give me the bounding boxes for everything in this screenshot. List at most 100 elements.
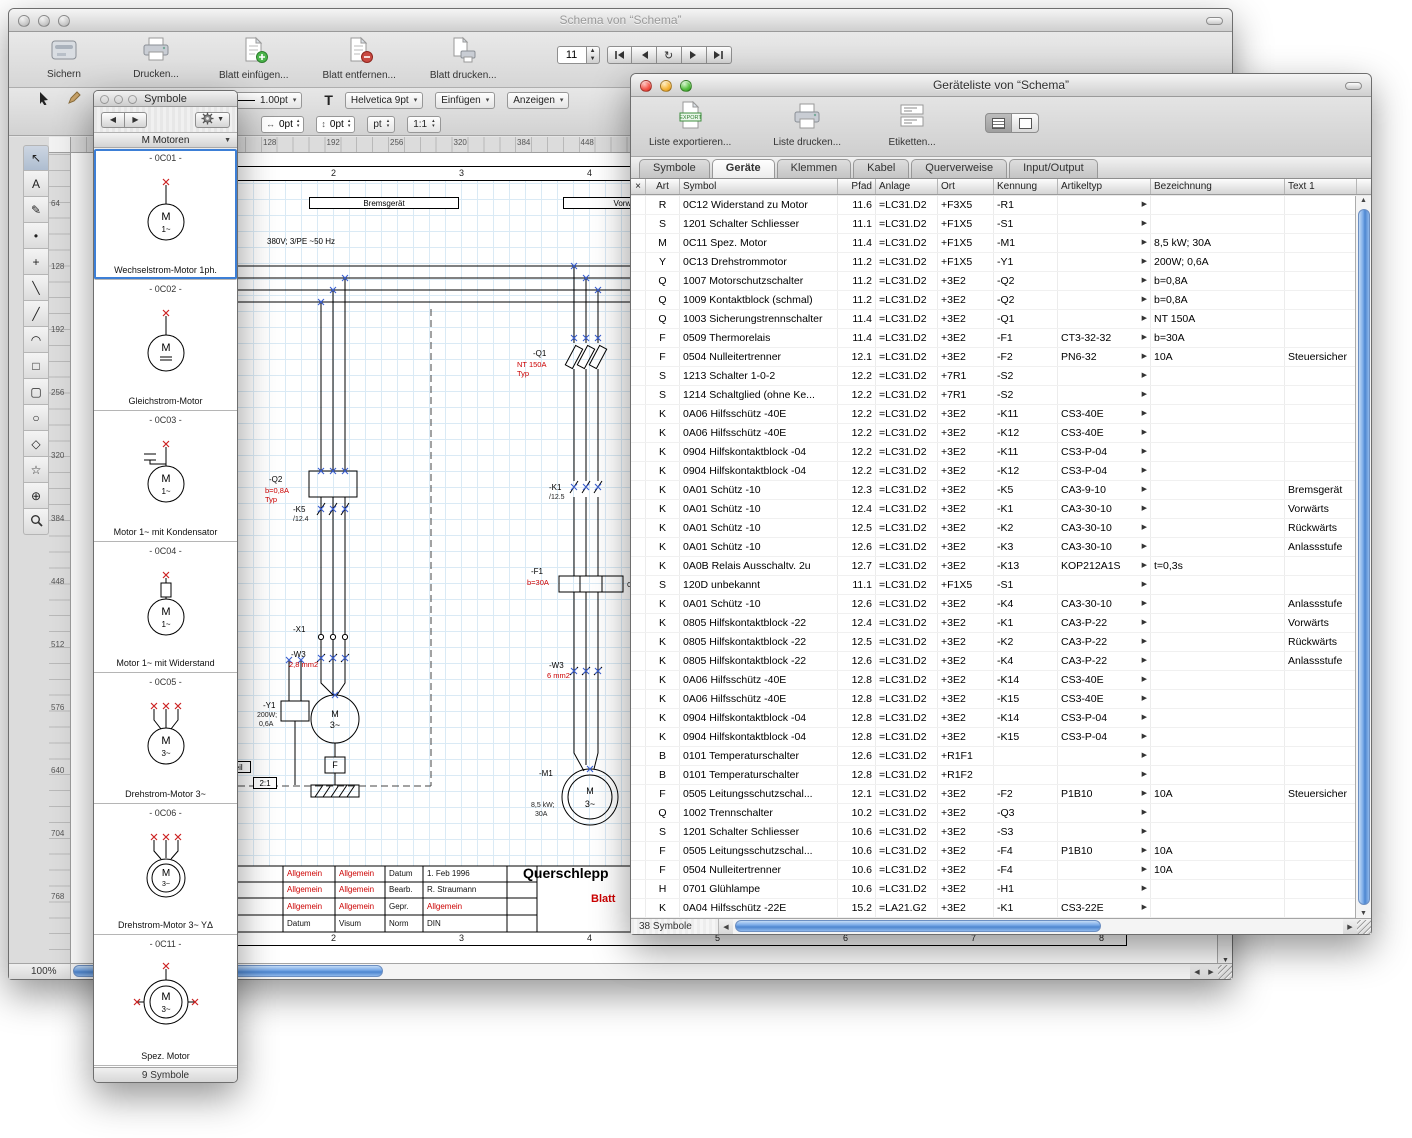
remove-sheet-button[interactable]: Blatt entfernen... xyxy=(323,32,396,81)
toolbar-toggle-button[interactable] xyxy=(1345,82,1362,90)
pen-tool[interactable]: ✎ xyxy=(23,197,49,223)
pointer-tool[interactable]: ↖ xyxy=(23,145,49,171)
device-row[interactable]: K0A06 Hilfsschütz -40E12.2=LC31.D2+3E2-K… xyxy=(631,405,1355,424)
print-list-button[interactable]: Liste drucken... xyxy=(773,97,841,148)
artikeltyp-menu-arrow[interactable]: ▶ xyxy=(1142,291,1147,309)
roundrect-tool[interactable]: ▢ xyxy=(23,379,49,405)
arc-tool[interactable]: ◠ xyxy=(23,327,49,353)
artikeltyp-menu-arrow[interactable]: ▶ xyxy=(1142,652,1147,670)
artikeltyp-menu-arrow[interactable]: ▶ xyxy=(1142,671,1147,689)
star-tool[interactable]: ☆ xyxy=(23,457,49,483)
main-horizontal-scrollbar[interactable] xyxy=(71,964,1190,979)
device-row[interactable]: K0805 Hilfskontaktblock -2212.4=LC31.D2+… xyxy=(631,614,1355,633)
scale-select[interactable]: 1:1▴▾ xyxy=(407,116,440,133)
device-row[interactable]: K0A01 Schütz -1012.6=LC31.D2+3E2-K4CA3-3… xyxy=(631,595,1355,614)
artikeltyp-menu-arrow[interactable]: ▶ xyxy=(1142,880,1147,898)
zoom-button[interactable] xyxy=(128,95,137,104)
close-button[interactable] xyxy=(640,80,652,92)
column-header-ort[interactable]: Ort xyxy=(938,179,994,194)
device-row[interactable]: K0904 Hilfskontaktblock -0412.2=LC31.D2+… xyxy=(631,443,1355,462)
device-row[interactable]: S1201 Schalter Schliesser11.1=LC31.D2+F1… xyxy=(631,215,1355,234)
device-row[interactable]: K0A01 Schütz -1012.4=LC31.D2+3E2-K1CA3-3… xyxy=(631,500,1355,519)
column-header-text1[interactable]: Text 1 xyxy=(1285,179,1357,194)
device-row[interactable]: K0805 Hilfskontaktblock -2212.6=LC31.D2+… xyxy=(631,652,1355,671)
artikeltyp-menu-arrow[interactable]: ▶ xyxy=(1142,310,1147,328)
print-button[interactable]: Drucken... xyxy=(127,32,185,80)
pen-tool-icon[interactable] xyxy=(65,91,83,110)
device-row[interactable]: K0805 Hilfskontaktblock -2212.5=LC31.D2+… xyxy=(631,633,1355,652)
first-page-button[interactable] xyxy=(607,46,632,64)
artikeltyp-menu-arrow[interactable]: ▶ xyxy=(1142,234,1147,252)
resize-grip[interactable] xyxy=(1357,920,1371,934)
column-header-art[interactable]: Art xyxy=(646,179,680,194)
line2-tool[interactable]: ╱ xyxy=(23,301,49,327)
last-page-button[interactable] xyxy=(707,46,732,64)
text-tool[interactable]: A xyxy=(23,171,49,197)
vertical-scrollbar-thumb[interactable] xyxy=(1358,209,1370,905)
device-titlebar[interactable]: Geräteliste von “Schema” xyxy=(631,74,1371,97)
close-button[interactable] xyxy=(18,15,30,27)
zoom-tool[interactable] xyxy=(23,509,49,535)
minimize-button[interactable] xyxy=(660,80,672,92)
device-row[interactable]: K0A06 Hilfsschütz -40E12.8=LC31.D2+3E2-K… xyxy=(631,690,1355,709)
column-header-bezeichnung[interactable]: Bezeichnung xyxy=(1151,179,1285,194)
palette-category-header[interactable]: M Motoren ▼ xyxy=(94,133,237,148)
device-row[interactable]: M0C11 Spez. Motor11.4=LC31.D2+F1X5-M1▶8,… xyxy=(631,234,1355,253)
device-row[interactable]: F0504 Nulleitertrenner10.6=LC31.D2+3E2-F… xyxy=(631,861,1355,880)
ellipse-tool[interactable]: ○ xyxy=(23,405,49,431)
device-row[interactable]: K0A0B Relais Ausschaltv. 2u12.7=LC31.D2+… xyxy=(631,557,1355,576)
artikeltyp-menu-arrow[interactable]: ▶ xyxy=(1142,538,1147,556)
artikeltyp-menu-arrow[interactable]: ▶ xyxy=(1142,348,1147,366)
font-select[interactable]: Helvetica 9pt▾ xyxy=(345,92,423,109)
column-header-pfad[interactable]: Pfad xyxy=(838,179,876,194)
device-row[interactable]: K0904 Hilfskontaktblock -0412.2=LC31.D2+… xyxy=(631,462,1355,481)
device-row[interactable]: Y0C13 Drehstrommotor11.2=LC31.D2+F1X5-Y1… xyxy=(631,253,1355,272)
device-row[interactable]: H0701 Glühlampe10.6=LC31.D2+3E2-H1▶ xyxy=(631,880,1355,899)
artikeltyp-menu-arrow[interactable]: ▶ xyxy=(1142,899,1147,917)
artikeltyp-menu-arrow[interactable]: ▶ xyxy=(1142,386,1147,404)
artikeltyp-menu-arrow[interactable]: ▶ xyxy=(1142,462,1147,480)
zoom-button[interactable] xyxy=(680,80,692,92)
artikeltyp-menu-arrow[interactable]: ▶ xyxy=(1142,576,1147,594)
artikeltyp-menu-arrow[interactable]: ▶ xyxy=(1142,747,1147,765)
device-row[interactable]: B0101 Temperaturschalter12.8=LC31.D2+R1F… xyxy=(631,766,1355,785)
device-row[interactable]: Q1002 Trennschalter10.2=LC31.D2+3E2-Q3▶ xyxy=(631,804,1355,823)
connector-tool[interactable]: ⊕ xyxy=(23,483,49,509)
device-row[interactable]: Q1007 Motorschutzschalter11.2=LC31.D2+3E… xyxy=(631,272,1355,291)
palette-item[interactable]: - 0C01 -M1~Wechselstrom-Motor 1ph. xyxy=(94,149,237,280)
artikeltyp-menu-arrow[interactable]: ▶ xyxy=(1142,405,1147,423)
device-row[interactable]: R0C12 Widerstand zu Motor11.6=LC31.D2+F3… xyxy=(631,196,1355,215)
insert-sheet-button[interactable]: Blatt einfügen... xyxy=(219,32,289,81)
device-row[interactable]: S1214 Schaltglied (ohne Ke...12.2=LC31.D… xyxy=(631,386,1355,405)
tab-querverweise[interactable]: Querverweise xyxy=(911,159,1007,178)
print-sheet-button[interactable]: Blatt drucken... xyxy=(430,32,497,81)
pointer-tool-icon[interactable] xyxy=(35,91,53,110)
main-titlebar[interactable]: Schema von “Schema” xyxy=(9,9,1232,32)
column-header-anlage[interactable]: Anlage xyxy=(876,179,938,194)
palette-item[interactable]: - 0C04 -M1~Motor 1~ mit Widerstand xyxy=(94,542,237,673)
column-header-symbol[interactable]: Symbol xyxy=(680,179,838,194)
artikeltyp-menu-arrow[interactable]: ▶ xyxy=(1142,481,1147,499)
text-format-icon[interactable]: T xyxy=(324,92,333,108)
labels-button[interactable]: Etiketten... xyxy=(883,97,941,148)
page-number-field[interactable]: 11 xyxy=(557,46,587,64)
device-row[interactable]: F0505 Leitungsschutzschal...10.6=LC31.D2… xyxy=(631,842,1355,861)
device-row[interactable]: F0509 Thermorelais11.4=LC31.D2+3E2-F1CT3… xyxy=(631,329,1355,348)
scroll-up-button[interactable]: ▲ xyxy=(1356,197,1371,204)
device-row[interactable]: K0A01 Schütz -1012.5=LC31.D2+3E2-K2CA3-3… xyxy=(631,519,1355,538)
palette-titlebar[interactable]: Symbole xyxy=(94,91,237,107)
device-row[interactable]: B0101 Temperaturschalter12.6=LC31.D2+R1F… xyxy=(631,747,1355,766)
stepper-arrows[interactable]: ▴▾ xyxy=(348,119,351,129)
device-row[interactable]: K0904 Hilfskontaktblock -0412.8=LC31.D2+… xyxy=(631,728,1355,747)
artikeltyp-menu-arrow[interactable]: ▶ xyxy=(1142,823,1147,841)
palette-item[interactable]: - 0C03 -M1~Motor 1~ mit Kondensator xyxy=(94,411,237,542)
window-controls[interactable] xyxy=(100,95,137,104)
save-button[interactable]: Sichern xyxy=(35,32,93,80)
next-page-button[interactable] xyxy=(682,46,707,64)
device-row[interactable]: K0904 Hilfskontaktblock -0412.8=LC31.D2+… xyxy=(631,709,1355,728)
minimize-button[interactable] xyxy=(38,15,50,27)
page-stepper-arrows[interactable]: ▲▼ xyxy=(587,46,600,64)
view-form-button[interactable] xyxy=(1012,113,1039,133)
artikeltyp-menu-arrow[interactable]: ▶ xyxy=(1142,196,1147,214)
artikeltyp-menu-arrow[interactable]: ▶ xyxy=(1142,728,1147,746)
